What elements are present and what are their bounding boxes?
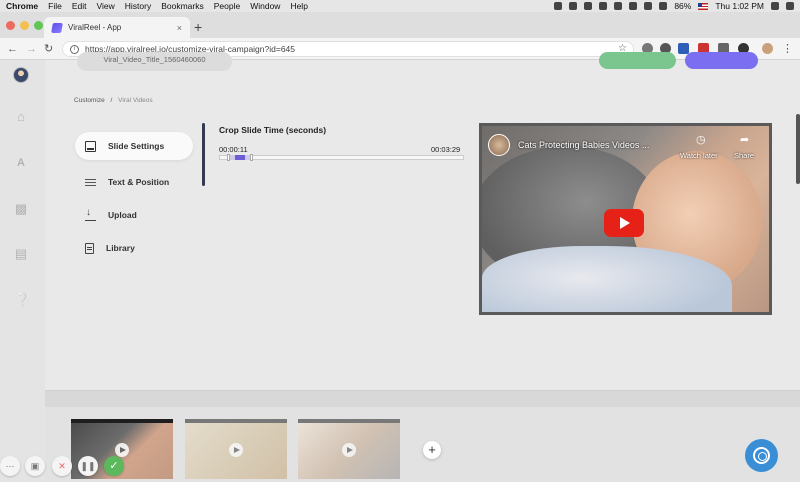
recorder-more-icon[interactable]: ⋯	[0, 456, 20, 476]
upload-icon	[85, 207, 96, 221]
close-window-button[interactable]	[6, 21, 15, 30]
support-lifebuoy-icon[interactable]	[745, 439, 778, 472]
menu-people[interactable]: People	[214, 1, 240, 11]
tab-title: ViralReel - App	[68, 23, 122, 32]
user-avatar[interactable]	[13, 67, 29, 83]
menu-upload[interactable]: Upload	[75, 201, 193, 229]
share-arrow-icon[interactable]: ➦	[740, 133, 749, 146]
menu-text-position[interactable]: Text & Position	[75, 168, 193, 196]
breadcrumb: Customize / Viral Videos	[74, 97, 153, 104]
text-lines-icon	[85, 177, 96, 188]
crop-slider-thumb[interactable]	[235, 155, 245, 160]
thumbnail-play-icon[interactable]	[229, 443, 243, 457]
add-slide-button[interactable]: +	[423, 441, 441, 459]
chrome-menu-icon[interactable]: ⋮	[782, 42, 793, 56]
us-flag-icon[interactable]	[698, 2, 709, 10]
main-content: Viral_Video_Title_1560460060 Customize /…	[45, 52, 800, 390]
home-icon[interactable]: ⌂	[14, 110, 28, 124]
forward-arrow-icon[interactable]: →	[26, 42, 37, 56]
watch-later-label[interactable]: Watch later	[680, 151, 718, 160]
back-arrow-icon[interactable]: ←	[7, 42, 18, 56]
mac-menu-bar: Chrome File Edit View History Bookmarks …	[0, 0, 800, 12]
clock[interactable]: Thu 1:02 PM	[715, 1, 764, 11]
app-sidebar: ⌂ A ▩ ▤ ❔	[0, 60, 45, 482]
crop-slider-track[interactable]	[219, 154, 464, 161]
browser-tab-strip: ViralReel - App × +	[0, 12, 800, 38]
slide-icon	[85, 140, 96, 152]
menu-library-label: Library	[106, 243, 135, 253]
breadcrumb-separator: /	[110, 97, 113, 104]
mic-icon[interactable]	[554, 2, 563, 10]
reload-icon[interactable]: ↻	[44, 42, 53, 56]
profile-avatar[interactable]	[762, 43, 773, 54]
page-scrollbar[interactable]	[796, 114, 800, 184]
battery-percent[interactable]: 86%	[674, 1, 691, 11]
breadcrumb-viral-videos: Viral Videos	[118, 97, 153, 104]
campaign-name-pill[interactable]: Viral_Video_Title_1560460060	[77, 52, 232, 71]
airplay-icon[interactable]	[614, 2, 623, 10]
video-preview[interactable]: Cats Protecting Babies Videos ... ◷ Watc…	[479, 123, 772, 315]
breadcrumb-customize[interactable]: Customize	[74, 97, 105, 104]
tab-close-icon[interactable]: ×	[177, 23, 182, 33]
menu-edit[interactable]: Edit	[72, 1, 87, 11]
section-divider	[202, 123, 205, 186]
timer-icon[interactable]	[599, 2, 608, 10]
slides-timeline: +	[45, 390, 800, 482]
fonts-icon[interactable]: A	[14, 156, 28, 170]
minimize-window-button[interactable]	[20, 21, 29, 30]
youtube-play-button[interactable]	[604, 209, 644, 237]
clock-icon[interactable]: ◷	[696, 133, 706, 146]
media-icon[interactable]: ▩	[14, 202, 28, 216]
menu-bar-status: 86% Thu 1:02 PM	[554, 0, 794, 12]
menu-chrome[interactable]: Chrome	[6, 1, 38, 11]
recorder-pause-icon[interactable]: ❚❚	[78, 456, 98, 476]
preview-button[interactable]	[599, 52, 676, 69]
menu-slide-settings[interactable]: Slide Settings	[75, 132, 193, 160]
campaigns-icon[interactable]: ▤	[14, 247, 28, 261]
bluetooth-icon[interactable]	[644, 2, 653, 10]
viralreel-favicon-icon	[51, 22, 63, 33]
library-icon	[85, 242, 94, 254]
menu-slide-settings-label: Slide Settings	[108, 141, 165, 151]
dropbox-icon[interactable]	[569, 2, 578, 10]
crop-end-time: 00:03:29	[431, 145, 461, 154]
thumbnail-play-icon[interactable]	[342, 443, 356, 457]
menu-window[interactable]: Window	[250, 1, 280, 11]
recorder-done-icon[interactable]: ✓	[104, 456, 124, 476]
zoom-window-button[interactable]	[34, 21, 43, 30]
menu-file[interactable]: File	[48, 1, 62, 11]
menu-library[interactable]: Library	[75, 234, 193, 262]
menu-view[interactable]: View	[96, 1, 114, 11]
crop-end-handle[interactable]	[250, 154, 253, 161]
new-tab-button[interactable]: +	[194, 20, 202, 34]
slide-thumbnail-2[interactable]	[185, 419, 287, 479]
recorder-camera-icon[interactable]: ▣	[25, 456, 45, 476]
menu-upload-label: Upload	[108, 210, 137, 220]
extension-icon-3[interactable]	[678, 43, 689, 54]
browser-tab-viralreel[interactable]: ViralReel - App ×	[44, 17, 190, 38]
menu-bookmarks[interactable]: Bookmarks	[161, 1, 204, 11]
crop-title: Crop Slide Time (seconds)	[219, 125, 327, 135]
site-info-icon[interactable]: i	[70, 44, 79, 54]
recorder-cancel-icon[interactable]: ✕	[52, 456, 72, 476]
crop-start-time: 00:00:11	[219, 145, 248, 154]
menu-text-position-label: Text & Position	[108, 177, 170, 187]
crop-start-handle[interactable]	[227, 154, 230, 161]
slide-thumbnail-3[interactable]	[298, 419, 400, 479]
time-machine-icon[interactable]	[629, 2, 638, 10]
menu-help[interactable]: Help	[290, 1, 307, 11]
window-controls	[6, 21, 43, 30]
menu-history[interactable]: History	[125, 1, 151, 11]
channel-avatar[interactable]	[488, 134, 510, 156]
notification-center-icon[interactable]	[786, 2, 794, 10]
video-title[interactable]: Cats Protecting Babies Videos ...	[518, 140, 649, 150]
share-label[interactable]: Share	[734, 151, 754, 160]
help-circle-icon[interactable]: ❔	[14, 293, 30, 307]
spotlight-icon[interactable]	[771, 2, 779, 10]
wifi-icon[interactable]	[659, 2, 668, 10]
drive-icon[interactable]	[584, 2, 593, 10]
publish-button[interactable]	[685, 52, 758, 69]
thumbnail-play-icon[interactable]	[115, 443, 129, 457]
